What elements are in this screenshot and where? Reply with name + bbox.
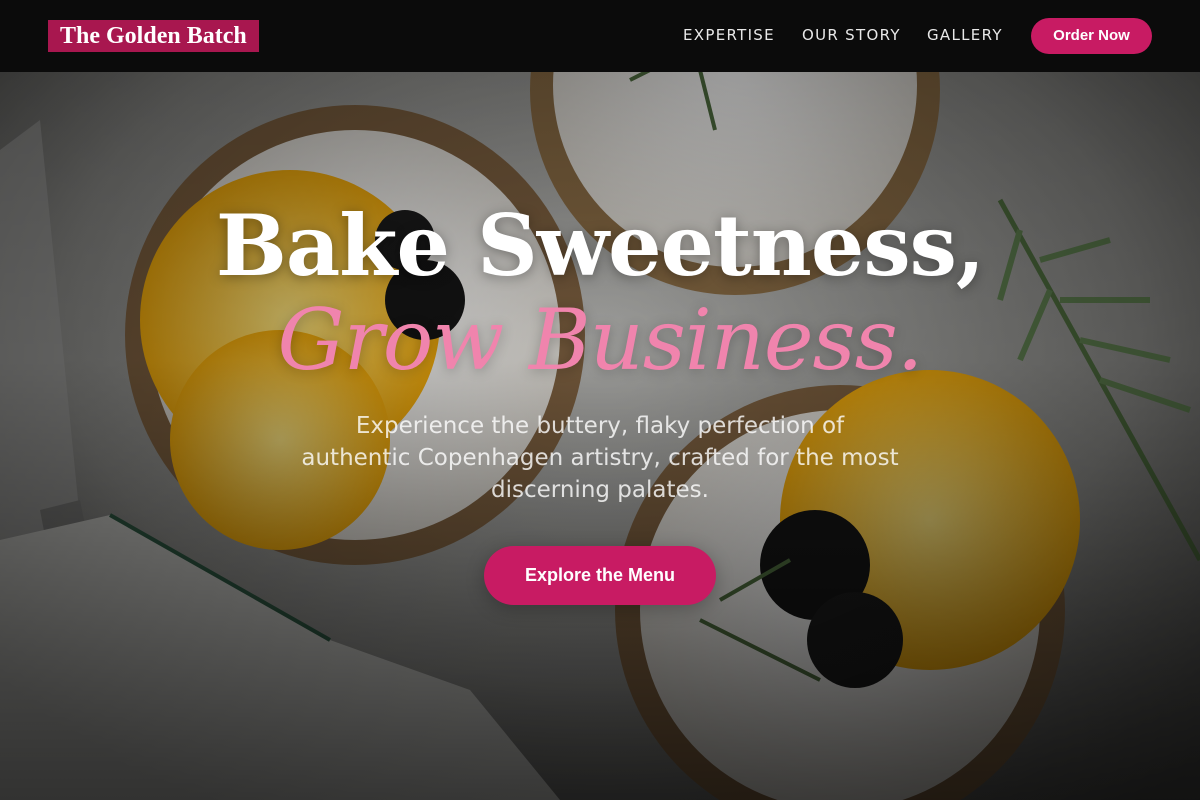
explore-menu-button[interactable]: Explore the Menu: [484, 546, 716, 605]
brand-logo[interactable]: The Golden Batch: [48, 20, 259, 52]
nav-link-our-story[interactable]: OUR STORY: [802, 26, 901, 44]
hero-dark-overlay: [0, 0, 1200, 800]
top-navigation-bar: The Golden Batch EXPERTISE OUR STORY GAL…: [0, 0, 1200, 72]
order-now-button[interactable]: Order Now: [1031, 18, 1152, 54]
hero-headline-line-1: Bake Sweetness,: [215, 196, 985, 295]
hero-subtitle: Experience the buttery, flaky perfection…: [301, 413, 899, 503]
nav-link-gallery[interactable]: GALLERY: [927, 26, 1003, 44]
nav-link-expertise[interactable]: EXPERTISE: [683, 26, 775, 44]
hero-headline-line-2: Grow Business.: [277, 291, 924, 389]
hero-background-image: [0, 0, 1200, 800]
